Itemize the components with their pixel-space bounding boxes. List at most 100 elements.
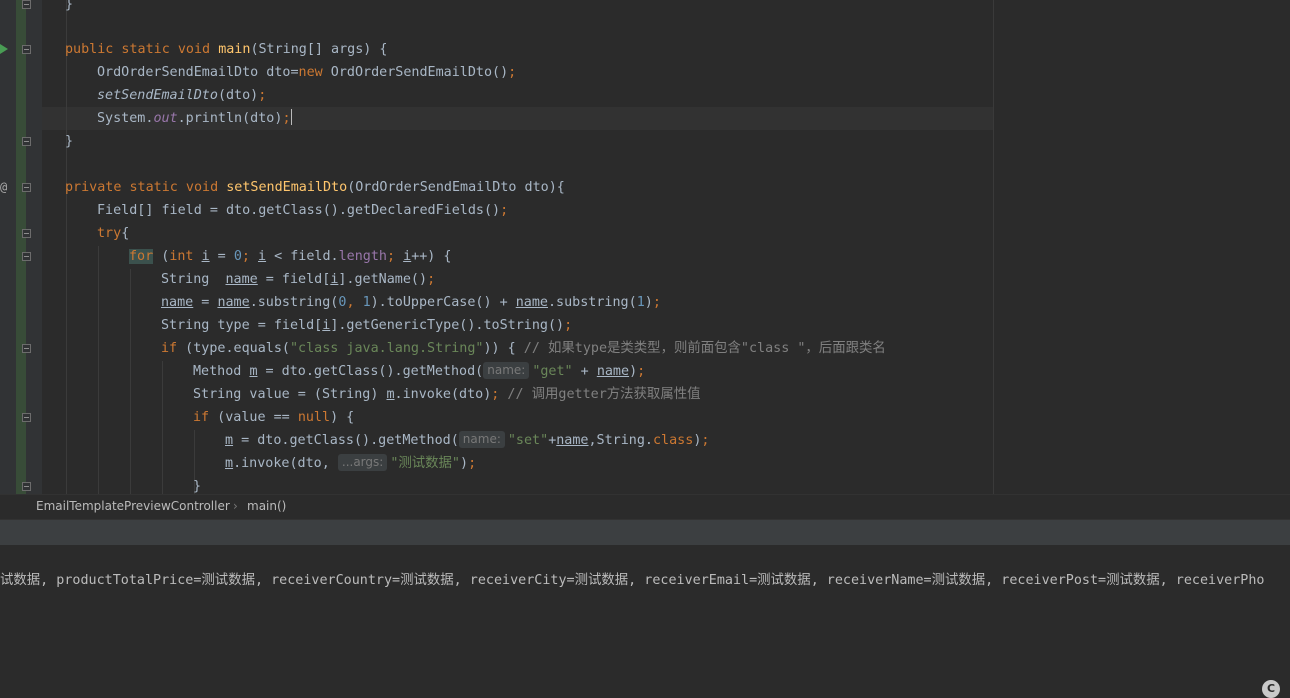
breadcrumb-method[interactable]: main() [247, 499, 286, 513]
code-token: + [572, 364, 597, 379]
run-console[interactable]: 试数据, productTotalPrice=测试数据, receiverCou… [0, 545, 1290, 693]
code-line-if-string[interactable]: if (type.equals("class java.lang.String"… [161, 337, 886, 360]
semicolon-token: ; [241, 249, 250, 264]
code-line-get-type[interactable]: String type = field[i].getGenericType().… [161, 314, 572, 337]
string-token: "class java.lang.String" [290, 341, 484, 356]
code-token: < field. [266, 249, 339, 264]
code-line-method-signature[interactable]: private static void setSendEmailDto(OrdO… [65, 176, 565, 199]
semicolon-token: ; [282, 111, 291, 126]
code-token: Method [193, 364, 250, 379]
variable-token: m [225, 456, 234, 471]
keyword-token: for [129, 249, 154, 264]
editor-gutter[interactable] [0, 0, 42, 494]
code-token: } [65, 0, 74, 12]
code-token: (value == [209, 410, 298, 425]
override-gutter-icon[interactable]: @ [0, 179, 7, 195]
code-token: (dto) [217, 88, 259, 103]
fold-icon[interactable] [22, 183, 31, 192]
code-line-new-dto[interactable]: OrdOrderSendEmailDto dto=new OrdOrderSen… [97, 61, 516, 84]
code-line-for[interactable]: for (int i = 0; i < field.length; i++) { [129, 245, 452, 268]
code-token: .println(dto) [177, 111, 283, 126]
code-line-println[interactable]: System.out.println(dto); [97, 107, 292, 130]
code-token: ).toUpperCase() + [370, 295, 516, 310]
code-line-get-name[interactable]: String name = field[i].getName(); [161, 268, 435, 291]
variable-token: i [403, 249, 412, 264]
comma-token: , [346, 295, 363, 310]
variable-token: name [515, 295, 548, 310]
code-line-capitalize[interactable]: name = name.substring(0, 1).toUpperCase(… [161, 291, 661, 314]
fold-icon[interactable] [22, 413, 31, 422]
code-editor[interactable]: @ } public static void main(String[] arg… [0, 0, 1290, 494]
breadcrumb-separator-icon: › [233, 499, 238, 513]
code-token: ].getName() [338, 272, 428, 287]
run-gutter-icon[interactable] [0, 44, 8, 54]
code-line-invoke-setter[interactable]: m.invoke(dto, ...args: "测试数据"); [225, 452, 476, 475]
code-token: .substring( [249, 295, 339, 310]
fold-icon[interactable] [22, 0, 31, 9]
code-line-prev-close[interactable]: } [65, 0, 73, 16]
semicolon-token: ; [387, 249, 396, 264]
code-line-get-method[interactable]: Method m = dto.getClass().getMethod(name… [193, 360, 645, 383]
fold-icon[interactable] [22, 482, 31, 491]
run-panel-header[interactable] [0, 519, 1290, 545]
fold-icon[interactable] [22, 137, 31, 146]
keyword-token: null [297, 410, 331, 425]
string-token: "set" [507, 433, 549, 448]
code-token: Field[] field = dto.getClass().getDeclar… [97, 203, 501, 218]
semicolon-token: ; [258, 88, 267, 103]
code-line-main-signature[interactable]: public static void main(String[] args) { [65, 38, 388, 61]
fold-icon[interactable] [22, 344, 31, 353]
variable-token: name [217, 295, 250, 310]
fold-icon[interactable] [22, 229, 31, 238]
variable-token: i [258, 249, 267, 264]
code-token: = dto.getClass().getMethod( [257, 364, 484, 379]
code-token: .invoke(dto, [233, 456, 338, 471]
variable-token: name [161, 295, 194, 310]
breadcrumb-class[interactable]: EmailTemplatePreviewController [36, 499, 230, 513]
code-line-get-setter[interactable]: m = dto.getClass().getMethod(name: "set"+… [225, 429, 709, 452]
keyword-token: int [169, 249, 194, 264]
code-token: )) { [483, 341, 524, 356]
code-token: ) [460, 456, 469, 471]
code-line-close-if[interactable]: } [193, 475, 201, 494]
indent-guide [130, 269, 131, 494]
code-token: = field[ [257, 272, 331, 287]
static-field-token: out [153, 111, 178, 126]
code-token: (type.equals( [177, 341, 290, 356]
code-line-call-set[interactable]: setSendEmailDto(dto); [97, 84, 266, 107]
semicolon-token: ; [508, 65, 517, 80]
code-token: ) { [330, 410, 355, 425]
code-token: ( [153, 249, 170, 264]
code-token: = dto.getClass().getMethod( [233, 433, 459, 448]
code-token: String type = field[ [161, 318, 323, 333]
fold-icon[interactable] [22, 252, 31, 261]
code-token: } [193, 479, 202, 494]
keyword-token: if [161, 341, 178, 356]
code-token: .substring( [548, 295, 637, 310]
code-token: = [193, 295, 218, 310]
indent-guide [98, 246, 99, 494]
code-token: ,String. [588, 433, 654, 448]
variable-token: m [249, 364, 258, 379]
semicolon-token: ; [637, 364, 646, 379]
variable-token: name [225, 272, 258, 287]
semicolon-token: ; [427, 272, 436, 287]
field-token: length [338, 249, 387, 264]
code-line-if-null[interactable]: if (value == null) { [193, 406, 354, 429]
fold-icon[interactable] [22, 45, 31, 54]
keyword-token: if [193, 410, 210, 425]
code-token: OrdOrderSendEmailDto() [322, 65, 509, 80]
code-line-fields[interactable]: Field[] field = dto.getClass().getDeclar… [97, 199, 508, 222]
code-token: = [209, 249, 234, 264]
code-line-try[interactable]: try{ [97, 222, 129, 245]
code-line-invoke-getter[interactable]: String value = (String) m.invoke(dto); /… [193, 383, 701, 406]
code-token: { [121, 226, 130, 241]
semicolon-token: ; [701, 433, 710, 448]
indent-guide [66, 0, 67, 494]
variable-token: m [386, 387, 395, 402]
code-line-main-close[interactable]: } [65, 130, 73, 153]
console-output-line: 试数据, productTotalPrice=测试数据, receiverCou… [0, 573, 1265, 588]
status-badge[interactable]: C [1262, 680, 1280, 698]
parameter-hint: name: [458, 431, 505, 448]
code-token: System. [97, 111, 154, 126]
